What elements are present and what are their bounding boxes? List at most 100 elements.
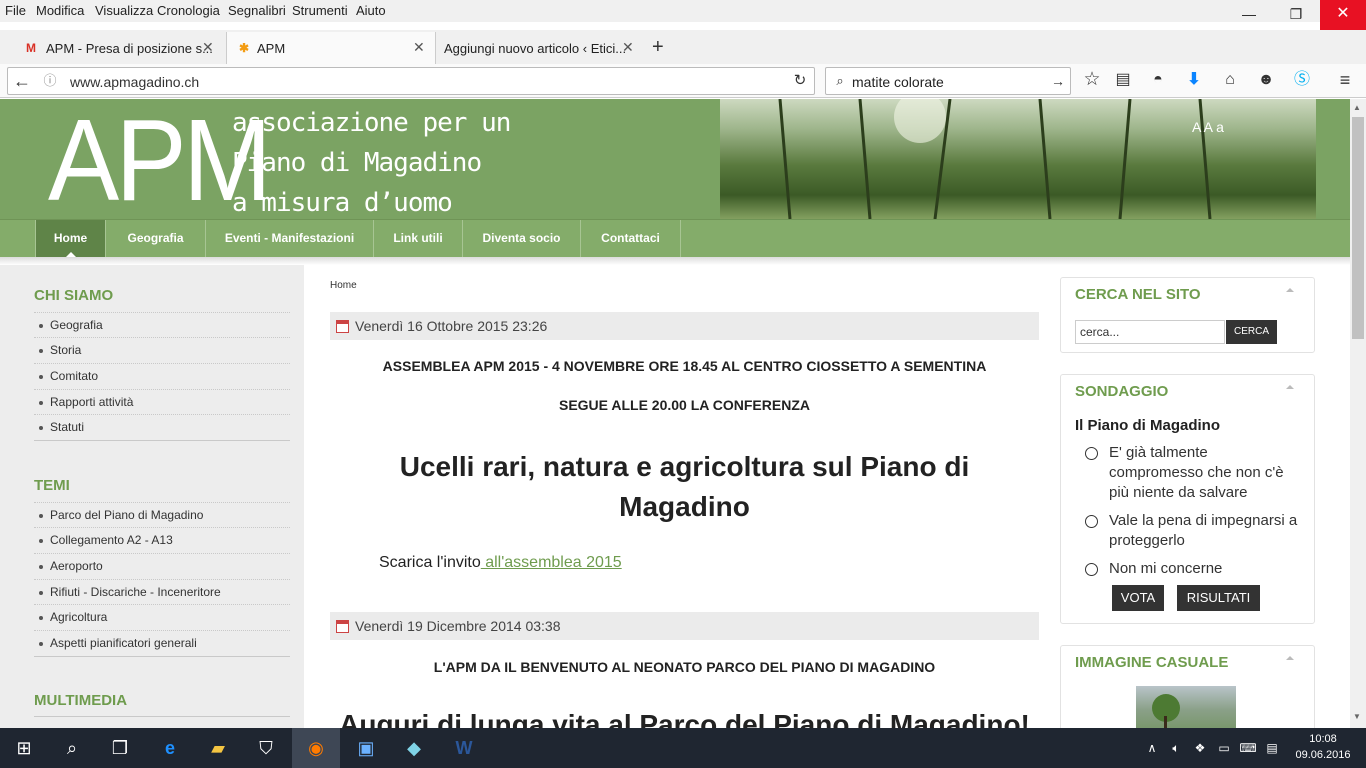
section-title-multimedia: MULTIMEDIA xyxy=(34,692,128,709)
poll-title: SONDAGGIO xyxy=(1075,383,1169,400)
bookmark-star-icon[interactable]: ☆ xyxy=(1080,65,1104,95)
smiley-icon[interactable]: ☻ xyxy=(1254,65,1278,95)
restore-button[interactable]: ❐ xyxy=(1273,0,1319,30)
poll-option: Vale la pena di impegnarsi a proteggerlo xyxy=(1109,512,1298,549)
gmail-icon: M xyxy=(26,41,36,55)
close-tab-icon[interactable]: ✕ xyxy=(413,39,425,56)
collapse-icon[interactable] xyxy=(1286,656,1294,660)
tab-apm[interactable]: ✱ APM ✕ xyxy=(226,32,436,64)
page-scrollbar[interactable]: ▲ ▼ xyxy=(1350,99,1366,728)
firefox-icon[interactable]: ◉ xyxy=(292,728,340,768)
hamburger-menu-icon[interactable]: ≡ xyxy=(1333,65,1357,95)
sidebar-item-storia[interactable]: Storia xyxy=(34,337,290,363)
scroll-up-icon[interactable]: ▲ xyxy=(1353,103,1361,112)
vote-button[interactable]: VOTA xyxy=(1112,585,1164,611)
menu-strumenti[interactable]: Strumenti xyxy=(292,3,348,18)
windows-start-icon[interactable]: ⊞ xyxy=(0,728,48,768)
sidebar-item-aeroporto[interactable]: Aeroporto xyxy=(34,553,290,579)
sidebar-item-agricoltura[interactable]: Agricoltura xyxy=(34,604,290,630)
app-icon[interactable]: ▣ xyxy=(342,728,390,768)
tray-expand-icon[interactable]: ∧ xyxy=(1140,728,1164,768)
task-view-icon[interactable]: ❐ xyxy=(96,728,144,768)
collapse-icon[interactable] xyxy=(1286,385,1294,389)
nav-eventi[interactable]: Eventi - Manifestazioni xyxy=(206,220,374,257)
app-icon[interactable]: ◆ xyxy=(390,728,438,768)
edge-icon[interactable]: e xyxy=(146,728,194,768)
tab-aggiungi-articolo[interactable]: Aggiungi nuovo articolo ‹ Etici... ✕ xyxy=(440,32,645,64)
sidebar-item-comitato[interactable]: Comitato xyxy=(34,363,290,389)
article-heading: Auguri di lunga vita al Parco del Piano … xyxy=(339,709,1030,728)
reload-icon[interactable]: ↻ xyxy=(788,66,812,96)
site-tagline: associazione per un Piano di Magadino a … xyxy=(232,103,511,223)
results-button[interactable]: RISULTATI xyxy=(1177,585,1260,611)
info-icon[interactable]: ⓘ xyxy=(38,66,62,96)
word-icon[interactable]: W xyxy=(440,728,488,768)
menu-bar: File Modifica Visualizza Cronologia Segn… xyxy=(0,0,1366,22)
menu-visualizza[interactable]: Visualizza xyxy=(95,3,153,18)
menu-segnalibri[interactable]: Segnalibri xyxy=(228,3,286,18)
sidebar-item-aspetti-pianificatori[interactable]: Aspetti pianificatori generali xyxy=(34,630,290,656)
poll-radio[interactable] xyxy=(1085,515,1098,528)
site-search-input[interactable] xyxy=(1075,320,1225,344)
sidebar-item-parco[interactable]: Parco del Piano di Magadino xyxy=(34,502,290,528)
scroll-down-icon[interactable]: ▼ xyxy=(1353,712,1361,721)
close-window-button[interactable]: ✕ xyxy=(1320,0,1366,30)
windows-taskbar: ⊞ ⌕ ❐ e ▰ ⛉ ◉ ▣ ◆ W ∧ 🔈︎ ❖ ▭ ⌨ ▤ 10:08 0… xyxy=(0,728,1366,768)
search-input[interactable]: matite colorate xyxy=(852,74,944,90)
home-icon[interactable]: ⌂ xyxy=(1218,65,1242,95)
tab-gmail[interactable]: M APM - Presa di posizione s... ✕ xyxy=(0,32,222,64)
close-tab-icon[interactable]: ✕ xyxy=(202,39,214,56)
poll-radio[interactable] xyxy=(1085,563,1098,576)
nav-geografia[interactable]: Geografia xyxy=(106,220,206,257)
tab-title: APM xyxy=(257,41,286,56)
nav-link-utili[interactable]: Link utili xyxy=(374,220,463,257)
url-text[interactable]: www.apmagadino.ch xyxy=(70,74,199,90)
pocket-icon[interactable]: ◓ xyxy=(1146,65,1170,95)
url-bar[interactable]: ← ⓘ www.apmagadino.ch ↻ xyxy=(7,67,815,95)
sidebar-item-rifiuti[interactable]: Rifiuti - Discariche - Inceneritore xyxy=(34,579,290,605)
font-size-controls[interactable]: A A a xyxy=(1192,119,1224,135)
poll-radio[interactable] xyxy=(1085,447,1098,460)
menu-file[interactable]: File xyxy=(5,3,26,18)
notifications-icon[interactable]: ▤ xyxy=(1260,728,1284,768)
reading-list-icon[interactable]: ▤ xyxy=(1111,65,1135,95)
clock[interactable]: 10:08 09.06.2016 xyxy=(1290,731,1356,763)
search-go-icon[interactable]: → xyxy=(1046,66,1070,96)
download-icon[interactable]: ⬇ xyxy=(1182,65,1206,95)
network-icon[interactable]: ▭ xyxy=(1212,728,1236,768)
new-tab-icon[interactable]: + xyxy=(652,36,664,59)
keyboard-icon[interactable]: ⌨ xyxy=(1236,728,1260,768)
sidebar-item-geografia[interactable]: Geografia xyxy=(34,312,290,338)
sidebar-item-collegamento[interactable]: Collegamento A2 - A13 xyxy=(34,527,290,553)
breadcrumb[interactable]: Home xyxy=(330,280,357,291)
search-icon[interactable]: ⌕ xyxy=(48,728,96,768)
nav-diventa-socio[interactable]: Diventa socio xyxy=(463,220,581,257)
scrollbar-thumb[interactable] xyxy=(1352,117,1364,339)
tab-title: APM - Presa di posizione s... xyxy=(46,41,213,56)
menu-cronologia[interactable]: Cronologia xyxy=(157,3,220,18)
back-icon[interactable]: ← xyxy=(10,66,34,96)
sidebar-item-rapporti-attivita[interactable]: Rapporti attività xyxy=(34,389,290,415)
collapse-icon[interactable] xyxy=(1286,288,1294,292)
file-explorer-icon[interactable]: ▰ xyxy=(194,728,242,768)
navigation-bar: ← ⓘ www.apmagadino.ch ↻ ⌕ matite colorat… xyxy=(0,64,1366,98)
main-navigation: Home Geografia Eventi - Manifestazioni L… xyxy=(0,219,1350,257)
poll-option: Non mi concerne xyxy=(1109,560,1223,577)
dropbox-icon[interactable]: ❖ xyxy=(1188,728,1212,768)
search-button[interactable]: CERCA xyxy=(1226,320,1277,344)
search-bar[interactable]: ⌕ matite colorate → xyxy=(825,67,1071,95)
volume-icon[interactable]: 🔈︎ xyxy=(1164,728,1188,768)
sidebar-item-statuti[interactable]: Statuti xyxy=(34,414,290,440)
skype-icon[interactable]: Ⓢ xyxy=(1290,65,1314,95)
menu-aiuto[interactable]: Aiuto xyxy=(356,3,386,18)
invito-link[interactable]: all'assemblea 2015 xyxy=(481,554,621,571)
menu-modifica[interactable]: Modifica xyxy=(36,3,84,18)
nav-contattaci[interactable]: Contattaci xyxy=(581,220,681,257)
article-line: L'APM DA IL BENVENUTO AL NEONATO PARCO D… xyxy=(433,659,936,675)
section-title-chi-siamo: CHI SIAMO xyxy=(34,287,114,304)
minimize-button[interactable]: — xyxy=(1226,0,1272,30)
close-tab-icon[interactable]: ✕ xyxy=(622,39,634,56)
article-date: Venerdì 19 Dicembre 2014 03:38 xyxy=(355,618,561,634)
store-icon[interactable]: ⛉ xyxy=(242,728,290,768)
random-image[interactable] xyxy=(1136,686,1236,728)
